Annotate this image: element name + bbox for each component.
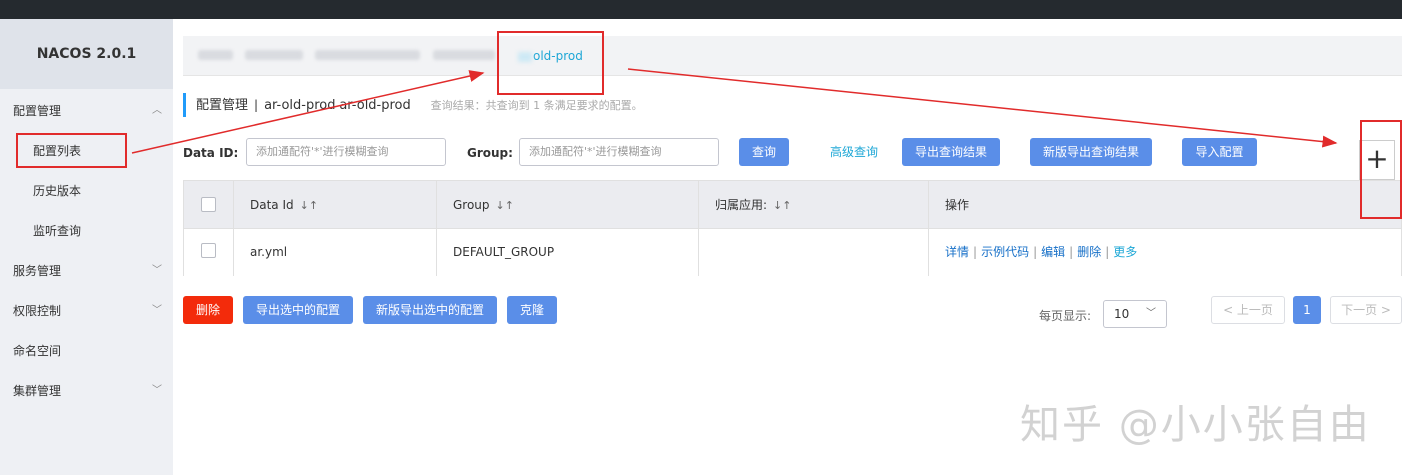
cell-app (699, 229, 929, 276)
row-select-cell (184, 229, 234, 276)
delete-button[interactable]: 删除 (183, 296, 233, 324)
table-header: Data Id ↓↑ Group ↓↑ 归属应用: ↓↑ 操作 (184, 181, 1401, 229)
sidebar-item-listener-query[interactable]: 监听查询 (0, 211, 173, 251)
group-input[interactable]: 添加通配符'*'进行模糊查询 (519, 138, 719, 166)
config-table: Data Id ↓↑ Group ↓↑ 归属应用: ↓↑ 操作 ar.yml DEFA… (183, 180, 1402, 276)
annotation-box-config-list (16, 133, 127, 168)
sidebar-item-label: 监听查询 (33, 224, 82, 238)
group-label: Group: (467, 146, 513, 160)
column-header-app[interactable]: 归属应用: ↓↑ (699, 181, 929, 228)
current-page-button[interactable]: 1 (1293, 296, 1321, 324)
chevron-up-icon: ︿ (152, 105, 162, 116)
column-header-actions: 操作 (929, 181, 1402, 228)
page-size-label: 每页显示: (1039, 309, 1092, 323)
namespace-tab-blurred[interactable] (315, 50, 420, 60)
table-row: ar.yml DEFAULT_GROUP 详情 | 示例代码 | 编辑 | 删除 | 更多 (184, 229, 1401, 276)
annotation-box-namespace (497, 31, 604, 95)
chevron-down-icon: ﹀ (152, 305, 162, 316)
sidebar-item-access-control[interactable]: 权限控制 ﹀ (0, 291, 173, 331)
new-export-query-results-button[interactable]: 新版导出查询结果 (1030, 138, 1152, 166)
action-separator: | (1069, 245, 1074, 259)
chevron-down-icon: ﹀ (152, 385, 162, 396)
query-result-hint: 查询结果：共查询到 1 条满足要求的配置。 (430, 99, 643, 112)
column-label: Group (453, 198, 490, 212)
data-id-input[interactable]: 添加通配符'*'进行模糊查询 (246, 138, 446, 166)
namespace-id: ar-old-prod (339, 98, 411, 113)
row-checkbox[interactable] (201, 243, 216, 258)
namespace-name: ar-old-prod (264, 98, 336, 113)
header-select-cell (184, 181, 234, 228)
sort-icon[interactable]: ↓↑ (773, 199, 791, 212)
watermark: 知乎 @小小张自由 (1020, 402, 1371, 448)
column-label: 操作 (945, 198, 970, 212)
clone-button[interactable]: 克隆 (507, 296, 557, 324)
page-title: 配置管理 (196, 98, 249, 113)
export-selected-button[interactable]: 导出选中的配置 (243, 296, 353, 324)
more-link[interactable]: 更多 (1113, 245, 1137, 259)
next-page-button[interactable]: 下一页 > (1330, 296, 1402, 324)
prev-page-button[interactable]: < 上一页 (1211, 296, 1285, 324)
title-separator: | (254, 98, 259, 112)
sidebar-item-label: 权限控制 (13, 304, 62, 318)
app-logo: NACOS 2.0.1 (0, 19, 173, 89)
action-separator: | (1105, 245, 1110, 259)
sidebar-item-service-management[interactable]: 服务管理 ﹀ (0, 251, 173, 291)
sidebar-item-history[interactable]: 历史版本 (0, 171, 173, 211)
cell-group: DEFAULT_GROUP (437, 229, 699, 276)
sidebar-item-label: 集群管理 (13, 384, 62, 398)
sidebar-item-label: 服务管理 (13, 264, 62, 278)
cell-actions: 详情 | 示例代码 | 编辑 | 删除 | 更多 (929, 229, 1402, 276)
namespace-tab-blurred[interactable] (245, 50, 303, 60)
data-id-label: Data ID: (183, 146, 239, 160)
sidebar-item-config-management[interactable]: 配置管理 ︿ (0, 91, 173, 131)
sort-icon[interactable]: ↓↑ (300, 199, 318, 212)
page-size-select[interactable]: 10 ﹀ (1103, 300, 1167, 328)
sidebar: NACOS 2.0.1 配置管理 ︿ 配置列表 历史版本 监听查询 服务管理 ﹀… (0, 19, 173, 475)
new-export-selected-button[interactable]: 新版导出选中的配置 (363, 296, 497, 324)
sidebar-item-label: 命名空间 (13, 344, 62, 358)
column-label: 归属应用: (715, 198, 768, 212)
advanced-query-link[interactable]: 高级查询 (830, 138, 878, 166)
action-separator: | (1033, 245, 1038, 259)
query-button[interactable]: 查询 (739, 138, 789, 166)
column-label: Data Id (250, 198, 294, 212)
cell-data-id: ar.yml (234, 229, 437, 276)
page-header: 配置管理 | ar-old-prod ar-old-prod 查询结果：共查询到 1… (183, 93, 643, 117)
page-size-value: 10 (1114, 307, 1130, 321)
top-bar (0, 0, 1402, 19)
delete-link[interactable]: 删除 (1077, 245, 1101, 259)
chevron-down-icon: ﹀ (1146, 308, 1156, 319)
namespace-tab-blurred[interactable] (433, 50, 495, 60)
chevron-down-icon: ﹀ (152, 265, 162, 276)
select-all-checkbox[interactable] (201, 197, 216, 212)
action-separator: | (973, 245, 978, 259)
edit-link[interactable]: 编辑 (1041, 245, 1065, 259)
column-header-group[interactable]: Group ↓↑ (437, 181, 699, 228)
namespace-tab-blurred[interactable] (198, 50, 233, 60)
annotation-box-add-button (1360, 120, 1402, 219)
sidebar-item-namespace[interactable]: 命名空间 (0, 331, 173, 371)
sidebar-item-label: 历史版本 (33, 184, 82, 198)
sample-code-link[interactable]: 示例代码 (981, 245, 1029, 259)
import-config-button[interactable]: 导入配置 (1182, 138, 1257, 166)
sidebar-item-cluster-management[interactable]: 集群管理 ﹀ (0, 371, 173, 411)
column-header-data-id[interactable]: Data Id ↓↑ (234, 181, 437, 228)
details-link[interactable]: 详情 (945, 245, 969, 259)
sidebar-item-label: 配置管理 (13, 104, 62, 118)
namespace-bar: old-prod (183, 36, 1402, 76)
export-query-results-button[interactable]: 导出查询结果 (902, 138, 1000, 166)
sort-icon[interactable]: ↓↑ (496, 199, 514, 212)
